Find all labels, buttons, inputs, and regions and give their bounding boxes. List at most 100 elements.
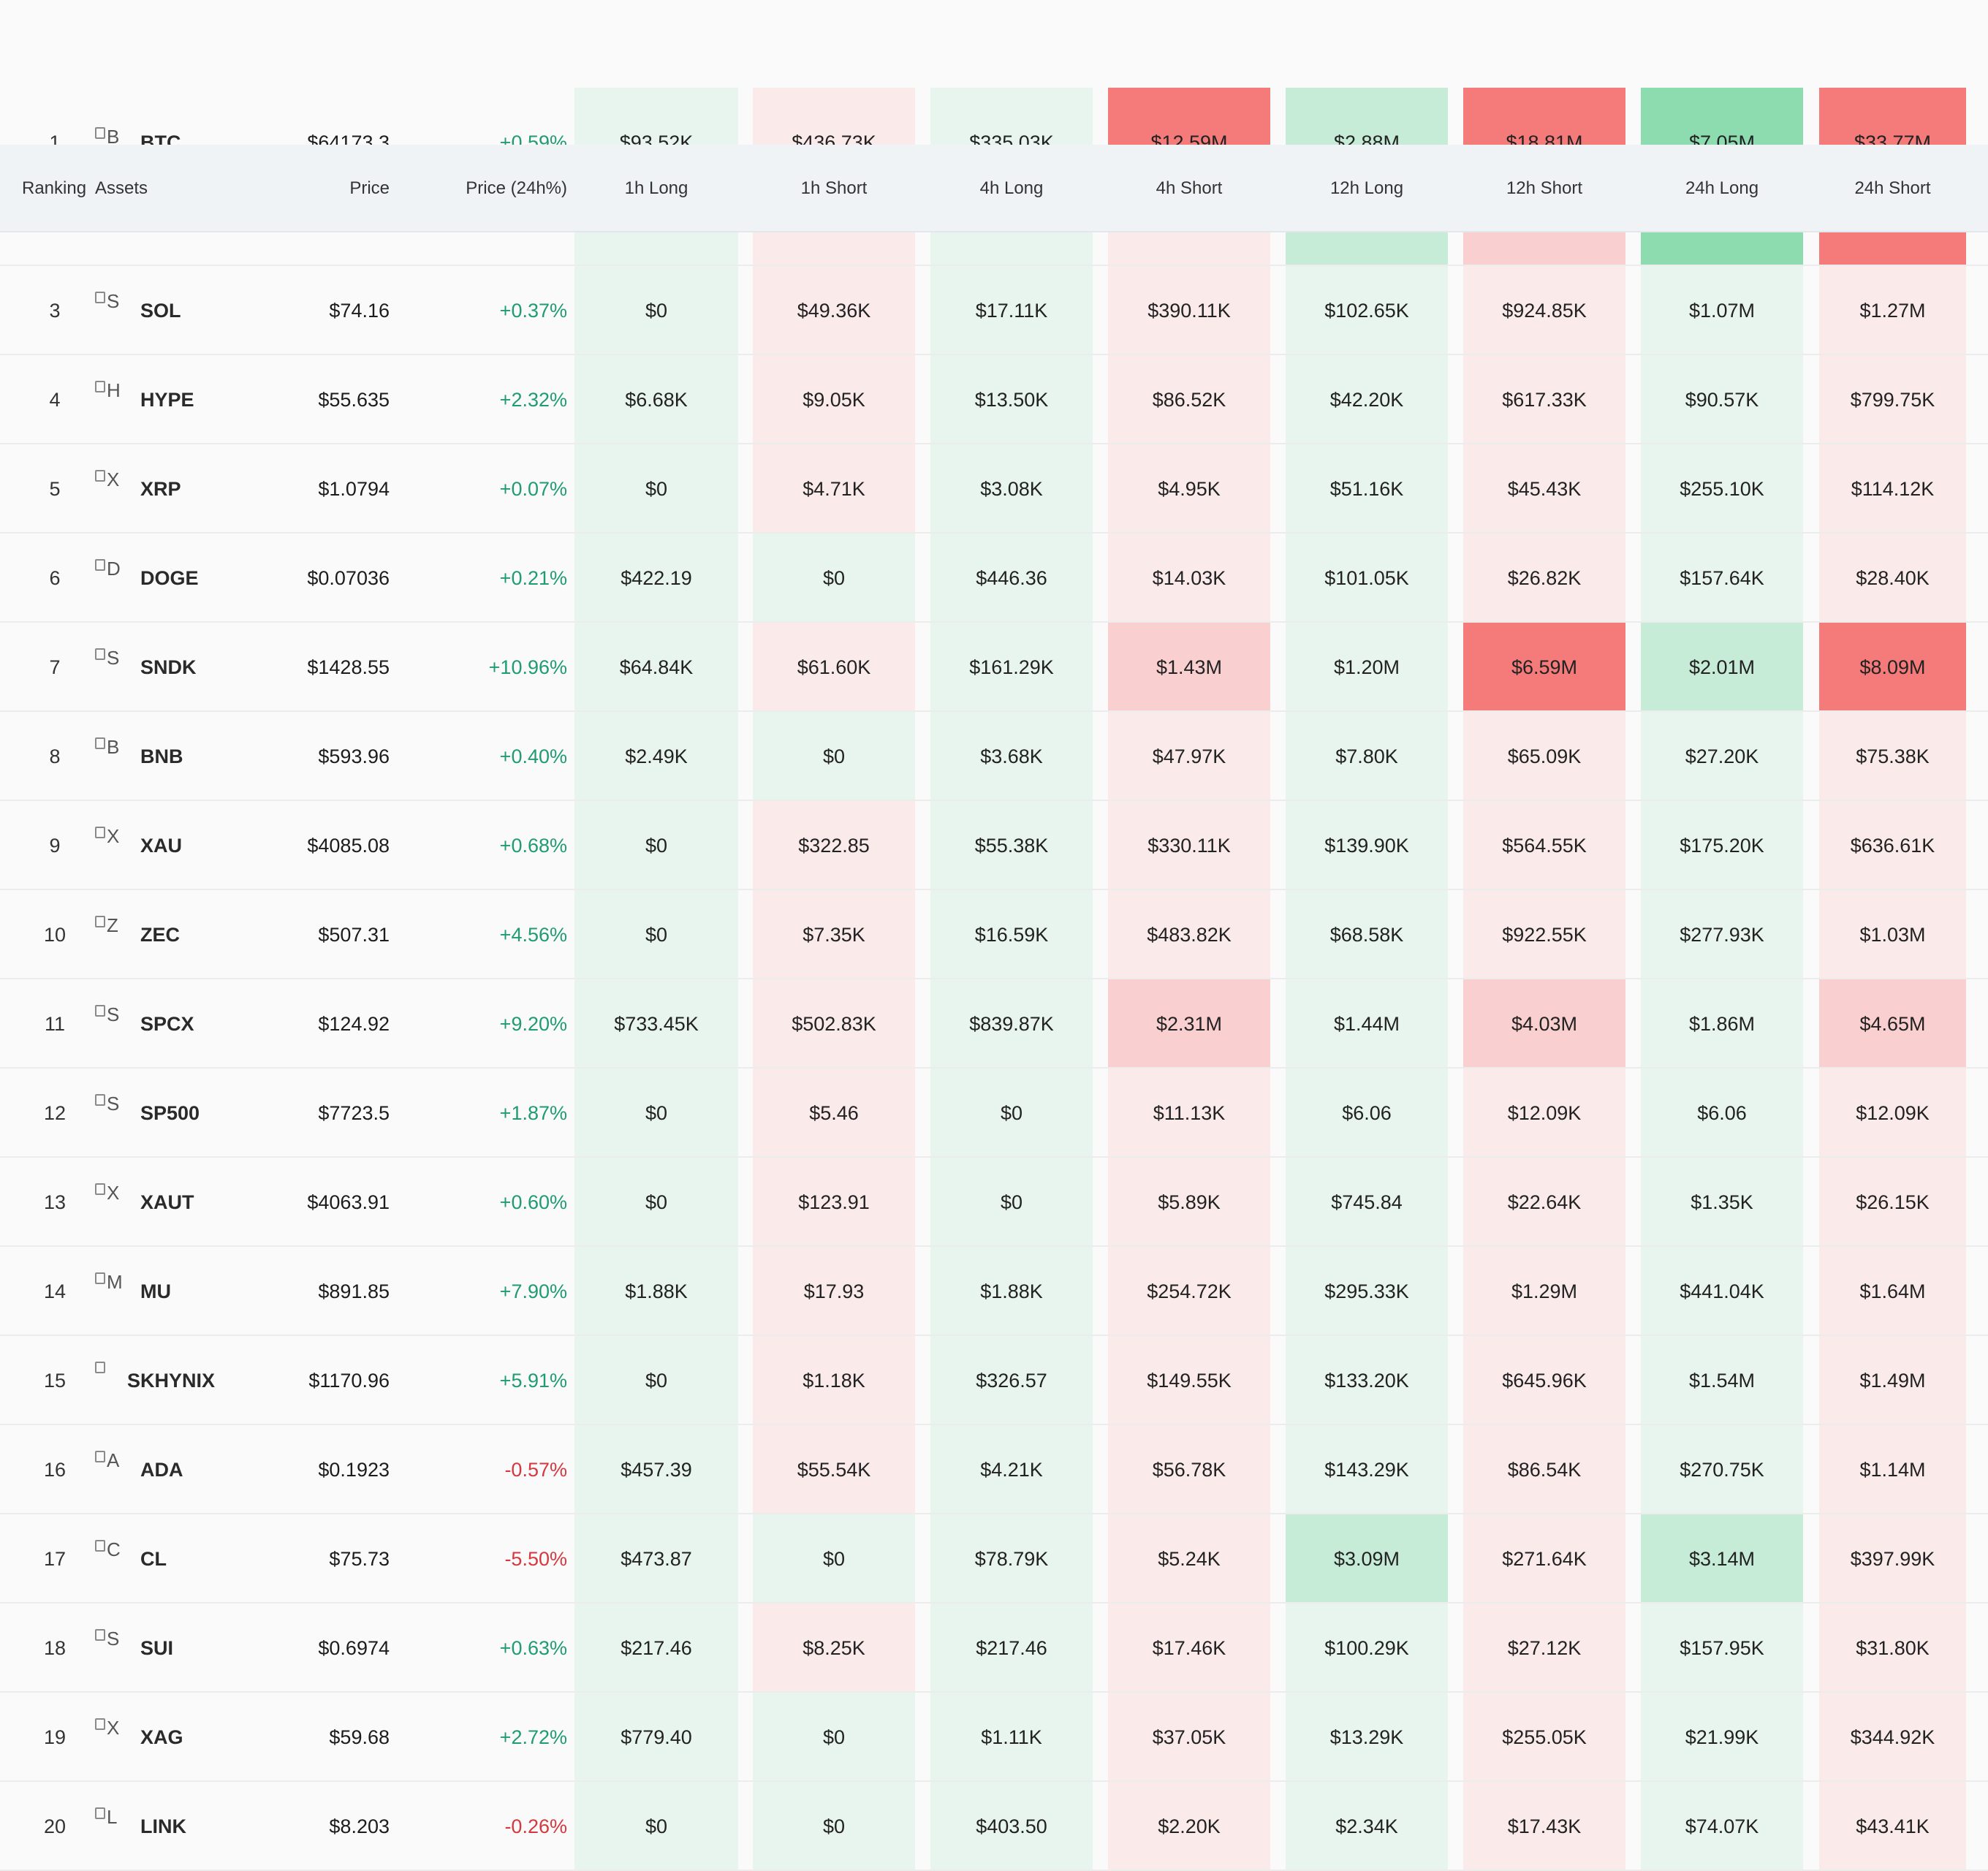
cell-1h-long: $1.88K — [574, 1247, 738, 1336]
cell-24h-short: $4.65M — [1819, 979, 1966, 1069]
broken-image-icon: S — [95, 1003, 133, 1033]
col-24h-short[interactable]: 24h Short — [1819, 145, 1966, 232]
cell-1h-short: $0 — [753, 1693, 915, 1782]
cell-4h-short: $390.11K — [1108, 266, 1270, 355]
col-12h-short[interactable]: 12h Short — [1463, 145, 1625, 232]
cell-12h-short: $255.05K — [1463, 1693, 1625, 1782]
cell-1h-short: $5.46 — [753, 1069, 915, 1158]
cell-4h-long: $446.36 — [930, 534, 1093, 623]
asset-symbol[interactable]: SP500 — [140, 1102, 200, 1125]
col-1h-short[interactable]: 1h Short — [753, 145, 915, 232]
broken-image-glyph-icon — [95, 559, 105, 571]
col-assets[interactable]: Assets — [95, 145, 241, 232]
price-cell: $4085.08 — [307, 834, 390, 857]
cell-12h-short: $564.55K — [1463, 801, 1625, 890]
icon-alt-text: Z — [107, 914, 118, 936]
rank-cell: 20 — [43, 1815, 67, 1837]
cell-24h-long: $1.07M — [1641, 266, 1803, 355]
price-cell: $1.0794 — [318, 477, 390, 500]
cell-1h-short: $0 — [753, 1514, 915, 1604]
price-change-cell: +0.21% — [499, 566, 567, 589]
cell-12h-long: $3.09M — [1286, 1514, 1448, 1604]
cell-12h-short: $617.33K — [1463, 355, 1625, 444]
col-4h-long[interactable]: 4h Long — [930, 145, 1093, 232]
asset-symbol[interactable]: XAG — [140, 1726, 183, 1749]
cell-1h-long: $0 — [574, 1782, 738, 1871]
broken-image-glyph-icon — [95, 827, 105, 838]
cell-4h-short: $330.11K — [1108, 801, 1270, 890]
cell-4h-long: $161.29K — [930, 623, 1093, 712]
asset-symbol[interactable]: DOGE — [140, 567, 199, 590]
cell-24h-short: $12.09K — [1819, 1069, 1966, 1158]
cell-24h-short: $8.09M — [1819, 623, 1966, 712]
cell-12h-long: $100.29K — [1286, 1604, 1448, 1693]
col-12h-long[interactable]: 12h Long — [1286, 145, 1448, 232]
cell-12h-short: $26.82K — [1463, 534, 1625, 623]
rank-cell: 12 — [43, 1101, 67, 1124]
asset-symbol[interactable]: MU — [140, 1280, 171, 1303]
col-1h-long[interactable]: 1h Long — [574, 145, 738, 232]
cell-1h-short: $4.71K — [753, 444, 915, 534]
asset-cell: S SP500 — [95, 1069, 241, 1158]
col-4h-short[interactable]: 4h Short — [1108, 145, 1270, 232]
broken-image-glyph-icon — [95, 1540, 105, 1552]
cell-1h-long: $0 — [574, 1336, 738, 1425]
cell-1h-short: $1.18K — [753, 1336, 915, 1425]
asset-symbol[interactable]: HYPE — [140, 389, 194, 411]
col-price[interactable]: Price — [241, 145, 390, 232]
cell-24h-long: $1.86M — [1641, 979, 1803, 1069]
cell-4h-short: $37.05K — [1108, 1693, 1270, 1782]
asset-symbol[interactable]: LINK — [140, 1815, 186, 1838]
cell-1h-long: $457.39 — [574, 1425, 738, 1514]
cell-1h-short: $9.05K — [753, 355, 915, 444]
broken-image-icon — [95, 1360, 120, 1389]
price-cell: $507.31 — [318, 923, 390, 946]
rank-cell: 18 — [43, 1636, 67, 1659]
cell-1h-short: $0 — [753, 534, 915, 623]
cell-1h-long: $0 — [574, 801, 738, 890]
broken-image-icon: H — [95, 379, 133, 409]
cell-4h-long: $16.59K — [930, 890, 1093, 979]
asset-symbol[interactable]: SKHYNIX — [127, 1370, 215, 1392]
col-price-change[interactable]: Price (24h%) — [409, 145, 567, 232]
asset-symbol[interactable]: XRP — [140, 478, 181, 501]
asset-symbol[interactable]: SOL — [140, 300, 181, 322]
cell-1h-long: $0 — [574, 266, 738, 355]
price-change-cell: +7.90% — [499, 1280, 567, 1302]
asset-symbol[interactable]: BNB — [140, 745, 183, 768]
asset-symbol[interactable]: ZEC — [140, 924, 180, 946]
asset-cell: H HYPE — [95, 355, 241, 444]
broken-image-glyph-icon — [95, 470, 105, 482]
cell-12h-long: $1.44M — [1286, 979, 1448, 1069]
cell-24h-long: $277.93K — [1641, 890, 1803, 979]
asset-symbol[interactable]: CL — [140, 1548, 167, 1571]
icon-alt-text: S — [107, 1093, 120, 1115]
price-change-cell: +2.32% — [499, 388, 567, 411]
asset-cell: X XAUT — [95, 1158, 241, 1247]
col-ranking[interactable]: Ranking — [22, 145, 92, 232]
cell-12h-short: $22.64K — [1463, 1158, 1625, 1247]
asset-symbol[interactable]: XAUT — [140, 1191, 194, 1214]
asset-symbol[interactable]: SPCX — [140, 1013, 194, 1036]
cell-1h-short: $55.54K — [753, 1425, 915, 1514]
asset-cell: S SPCX — [95, 979, 241, 1069]
cell-12h-short: $1.29M — [1463, 1247, 1625, 1336]
cell-12h-short: $4.03M — [1463, 979, 1625, 1069]
cell-1h-short: $123.91 — [753, 1158, 915, 1247]
broken-image-icon: C — [95, 1538, 133, 1568]
asset-symbol[interactable]: SUI — [140, 1637, 173, 1660]
cell-1h-short: $322.85 — [753, 801, 915, 890]
cell-4h-long: $0 — [930, 1158, 1093, 1247]
price-cell: $0.07036 — [307, 566, 390, 589]
broken-image-icon: D — [95, 558, 133, 587]
asset-symbol[interactable]: ADA — [140, 1459, 183, 1481]
icon-alt-text: X — [107, 1182, 120, 1204]
col-24h-long[interactable]: 24h Long — [1641, 145, 1803, 232]
cell-24h-short: $1.49M — [1819, 1336, 1966, 1425]
cell-1h-long: $0 — [574, 1158, 738, 1247]
asset-symbol[interactable]: SNDK — [140, 656, 197, 679]
broken-image-glyph-icon — [95, 1183, 105, 1195]
cell-1h-long: $473.87 — [574, 1514, 738, 1604]
asset-symbol[interactable]: XAU — [140, 835, 182, 857]
cell-1h-long: $779.40 — [574, 1693, 738, 1782]
